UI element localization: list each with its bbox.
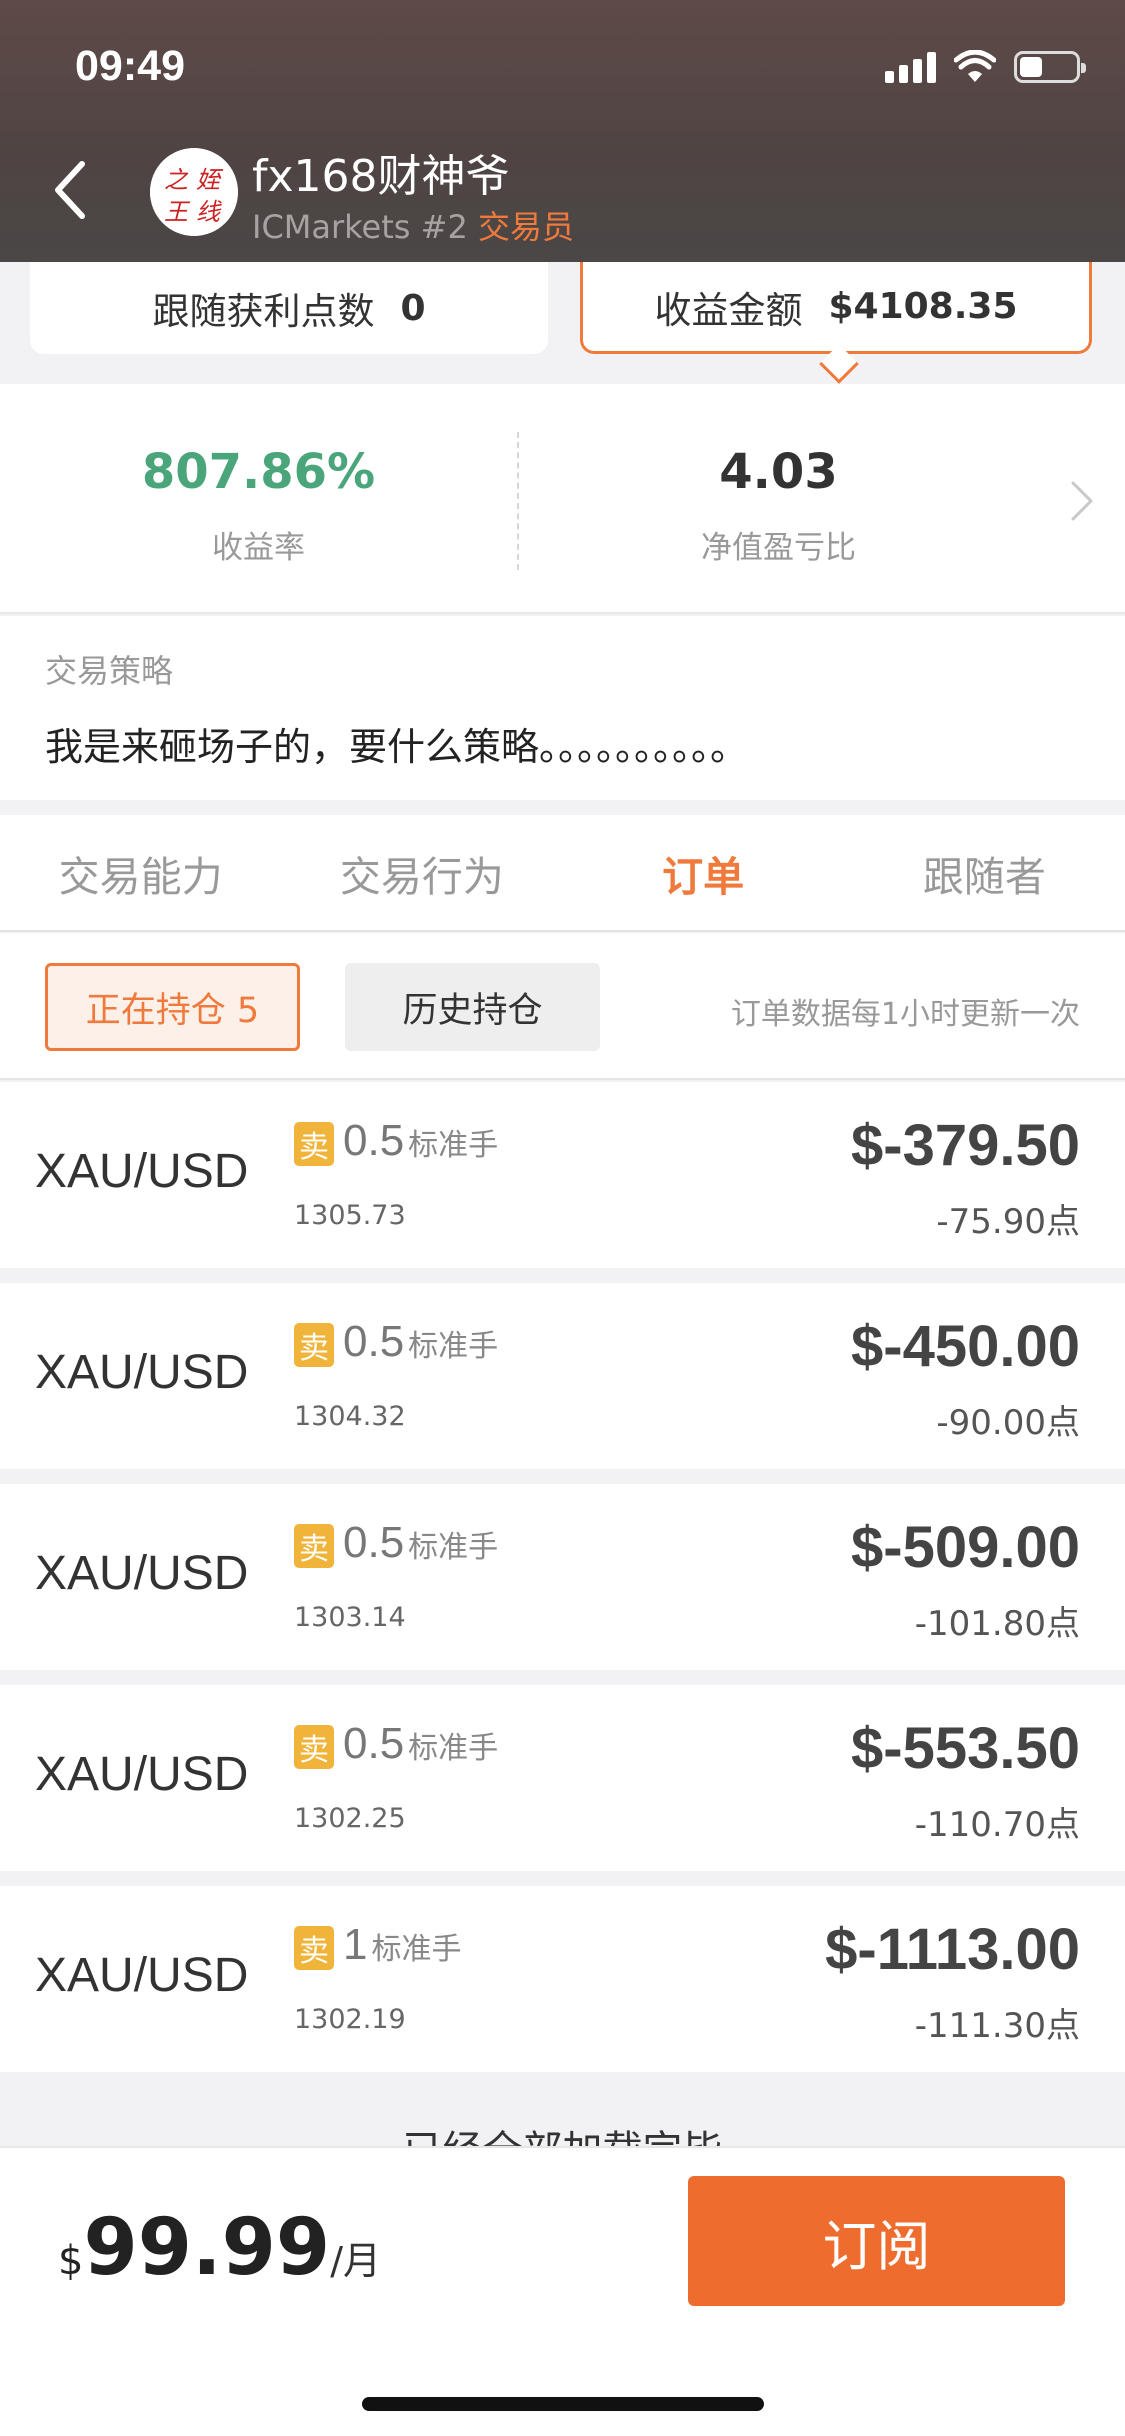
order-pnl: $-379.50	[851, 1113, 1080, 1178]
svg-text:之: 之	[164, 166, 189, 194]
chevron-right-icon[interactable]	[1069, 479, 1095, 523]
table-row[interactable]: XAU/USD 卖 0.5 标准手 1302.25 $-553.50 -110.7…	[0, 1685, 1125, 1871]
follow-points-value: 0	[400, 287, 426, 329]
order-lots: 0.5 标准手	[343, 1518, 498, 1568]
order-points: -111.30点	[914, 2006, 1080, 2046]
profit-loss-ratio-value: 4.03	[719, 444, 838, 500]
order-pnl: $-509.00	[851, 1515, 1080, 1580]
order-points: -90.00点	[936, 1403, 1080, 1443]
avatar[interactable]: 之 姪 王 线	[150, 148, 238, 236]
order-price: 1304.32	[294, 1401, 406, 1432]
trader-role: 交易员	[477, 208, 574, 246]
table-row[interactable]: XAU/USD 卖 0.5 标准手 1305.73 $-379.50 -75.90…	[0, 1082, 1125, 1268]
strategy-title: 交易策略	[45, 652, 174, 690]
table-row[interactable]: XAU/USD 卖 1 标准手 1302.19 $-1113.00 -111.30…	[0, 1886, 1125, 2072]
lot-size: 0.5	[343, 1719, 405, 1768]
trader-name: fx168财神爷	[252, 151, 510, 202]
trader-subtitle: ICMarkets #2 交易员	[252, 202, 574, 248]
order-symbol: XAU/USD	[35, 1145, 249, 1198]
position-filter-row: 正在持仓 5 历史持仓 订单数据每1小时更新一次	[0, 933, 1125, 1080]
home-indicator[interactable]	[362, 2397, 764, 2411]
subscription-price: $99.99/月	[58, 2203, 381, 2293]
order-pnl: $-1113.00	[825, 1917, 1080, 1982]
lot-unit: 标准手	[408, 1732, 499, 1765]
order-pnl: $-450.00	[851, 1314, 1080, 1379]
return-rate-value: 807.86%	[141, 444, 376, 500]
lot-size: 0.5	[343, 1116, 405, 1165]
order-symbol: XAU/USD	[35, 1748, 249, 1801]
sell-badge: 卖	[294, 1725, 334, 1769]
lot-size: 0.5	[343, 1518, 405, 1567]
profit-amount-value: $4108.35	[828, 286, 1018, 327]
profit-loss-ratio-stat: 4.03 净值盈亏比	[520, 444, 1037, 567]
strategy-text: 我是来砸场子的，要什么策略。。。。。。。。。。	[45, 725, 749, 769]
follow-points-label: 跟随获利点数	[152, 290, 375, 333]
order-lots: 0.5 标准手	[343, 1719, 498, 1769]
tab-trading-ability[interactable]: 交易能力	[0, 815, 281, 930]
order-lots: 0.5 标准手	[343, 1317, 498, 1367]
sell-badge: 卖	[294, 1122, 334, 1166]
lot-unit: 标准手	[408, 1330, 499, 1363]
order-price: 1305.73	[294, 1200, 406, 1231]
order-price: 1302.19	[294, 2004, 406, 2035]
subscribe-bar: $99.99/月 订阅	[0, 2146, 1125, 2436]
tab-trading-behavior[interactable]: 交易行为	[281, 815, 562, 930]
tab-followers[interactable]: 跟随者	[844, 815, 1125, 930]
order-price: 1303.14	[294, 1602, 406, 1633]
open-positions-chip[interactable]: 正在持仓 5	[45, 963, 300, 1051]
table-row[interactable]: XAU/USD 卖 0.5 标准手 1304.32 $-450.00 -90.00…	[0, 1283, 1125, 1469]
summary-strip: 跟随获利点数 0 收益金额 $4108.35	[0, 262, 1125, 384]
cellular-signal-icon	[885, 51, 936, 83]
history-positions-chip[interactable]: 历史持仓	[345, 963, 600, 1051]
stats-divider	[517, 432, 519, 570]
broker-account: ICMarkets #2	[252, 208, 468, 246]
sell-badge: 卖	[294, 1323, 334, 1367]
lot-size: 1	[343, 1920, 368, 1969]
status-time: 09:49	[75, 42, 185, 90]
status-icons	[885, 50, 1086, 84]
back-button[interactable]	[40, 155, 100, 225]
profit-loss-ratio-label: 净值盈亏比	[701, 530, 856, 566]
stats-panel[interactable]: 807.86% 收益率 4.03 净值盈亏比	[0, 384, 1125, 614]
order-pnl: $-553.50	[851, 1716, 1080, 1781]
lot-unit: 标准手	[408, 1531, 499, 1564]
svg-text:姪: 姪	[196, 166, 224, 194]
order-points: -110.70点	[914, 1805, 1080, 1845]
order-lots: 0.5 标准手	[343, 1116, 498, 1166]
tab-bar: 交易能力 交易行为 订单 跟随者	[0, 815, 1125, 932]
lot-unit: 标准手	[408, 1129, 499, 1162]
price-amount: 99.99	[83, 2203, 331, 2293]
lot-size: 0.5	[343, 1317, 405, 1366]
price-period: /月	[330, 2239, 381, 2283]
order-points: -75.90点	[936, 1202, 1080, 1242]
order-symbol: XAU/USD	[35, 1547, 249, 1600]
price-currency: $	[58, 2238, 84, 2284]
table-row[interactable]: XAU/USD 卖 0.5 标准手 1303.14 $-509.00 -101.8…	[0, 1484, 1125, 1670]
subscribe-button[interactable]: 订阅	[688, 2176, 1065, 2306]
profit-amount-card[interactable]: 收益金额 $4108.35	[580, 262, 1092, 354]
sell-badge: 卖	[294, 1524, 334, 1568]
lot-unit: 标准手	[371, 1933, 462, 1966]
order-points: -101.80点	[914, 1604, 1080, 1644]
order-lots: 1 标准手	[343, 1920, 461, 1970]
order-symbol: XAU/USD	[35, 1346, 249, 1399]
return-rate-stat: 807.86% 收益率	[0, 444, 517, 567]
battery-icon	[1014, 51, 1086, 83]
update-note: 订单数据每1小时更新一次	[730, 997, 1080, 1032]
sell-badge: 卖	[294, 1926, 334, 1970]
top-header: 09:49 之 姪 王 线 fx168财神爷 ICMarkets #2 交易员	[0, 0, 1125, 262]
order-symbol: XAU/USD	[35, 1949, 249, 2002]
svg-text:线: 线	[196, 198, 222, 226]
chevron-left-icon	[55, 161, 85, 219]
tab-orders[interactable]: 订单	[563, 815, 844, 930]
profit-amount-label: 收益金额	[654, 288, 803, 332]
order-price: 1302.25	[294, 1803, 406, 1834]
strategy-section: 交易策略 我是来砸场子的，要什么策略。。。。。。。。。。	[0, 616, 1125, 800]
return-rate-label: 收益率	[212, 530, 305, 566]
svg-text:王: 王	[164, 198, 191, 226]
wifi-icon	[954, 50, 996, 82]
follow-points-card[interactable]: 跟随获利点数 0	[30, 262, 548, 354]
